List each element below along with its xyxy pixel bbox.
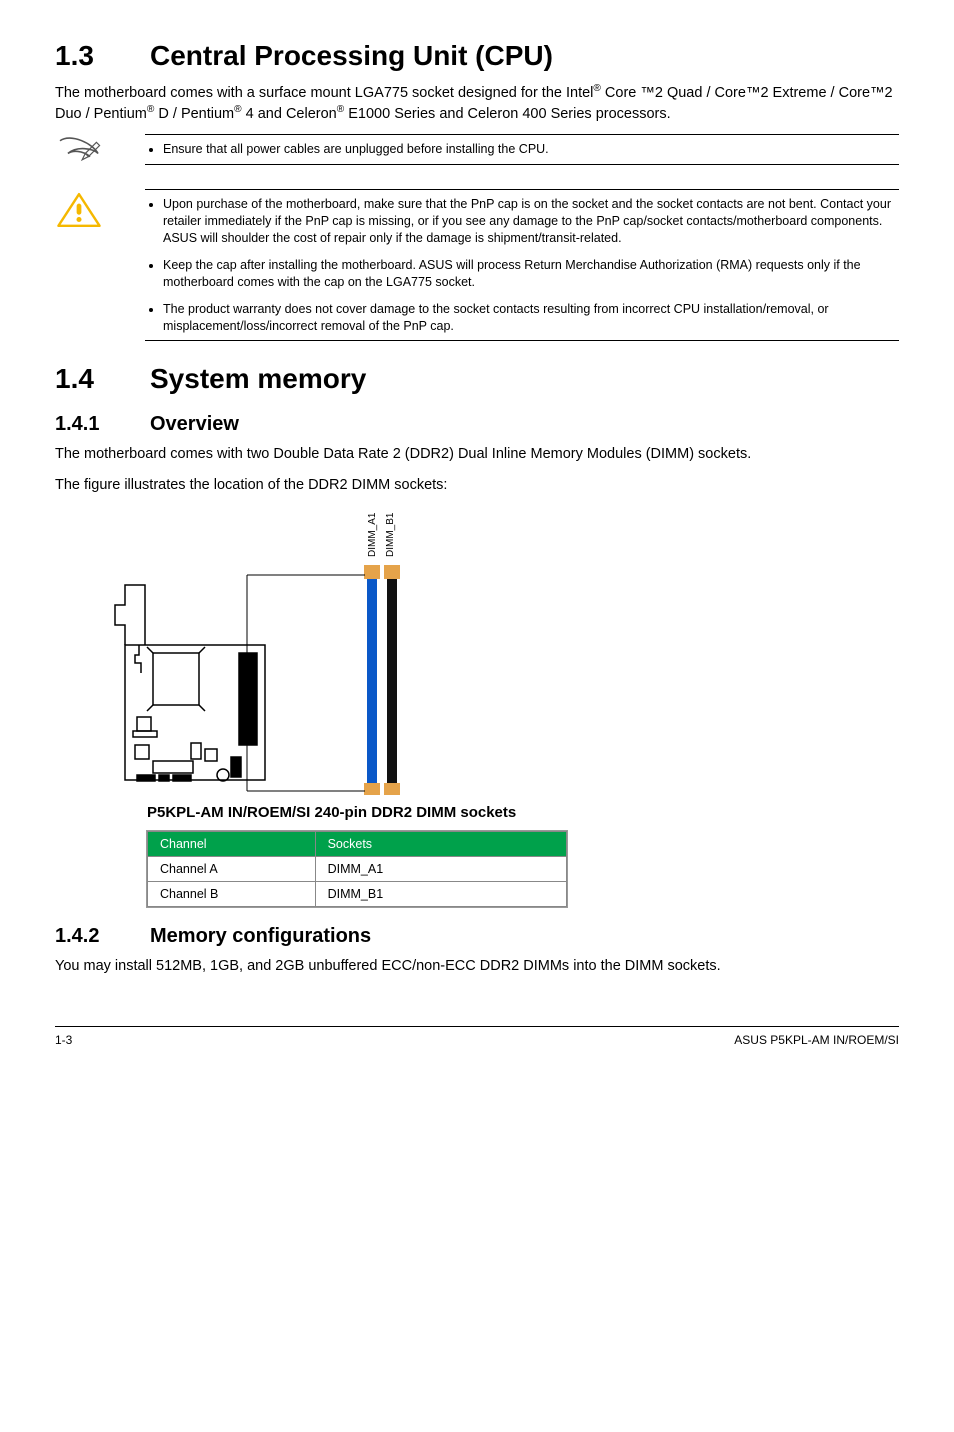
cell-channel: Channel A [148,856,316,881]
motherboard-outline-icon [115,585,265,781]
pencil-note-block: Ensure that all power cables are unplugg… [55,134,899,179]
dimm-caption: P5KPL-AM IN/ROEM/SI 240-pin DDR2 DIMM so… [147,804,899,821]
warning-icon [55,189,145,341]
footer-page-num: 1-3 [55,1033,72,1047]
page-footer: 1-3 ASUS P5KPL-AM IN/ROEM/SI [55,1026,899,1047]
section-num: 1.3 [55,40,150,72]
section-title: System memory [150,363,366,394]
section-1-3-heading: 1.3Central Processing Unit (CPU) [55,40,899,72]
table-header-sockets: Sockets [315,831,566,856]
dimm-figure: DIMM_A1 DIMM_B1 [55,505,899,800]
sockets-table: Channel Sockets Channel A DIMM_A1 Channe… [147,831,567,907]
pencil-icon [55,134,145,179]
dimm-b1-label: DIMM_B1 [385,512,396,557]
sec141-p2: The figure illustrates the location of t… [55,475,899,495]
dimm-a1-label: DIMM_A1 [367,512,378,557]
sec13-intro: The motherboard comes with a surface mou… [55,82,899,124]
pencil-note-item: Ensure that all power cables are unplugg… [163,141,899,158]
section-1-4-1-heading: 1.4.1Overview [55,413,899,436]
dimm-slot-a-icon [364,565,380,795]
warning-note-item: Keep the cap after installing the mother… [163,257,899,291]
table-row: Channel A DIMM_A1 [148,856,567,881]
section-1-4-2-heading: 1.4.2Memory configurations [55,925,899,948]
warning-note-list: Upon purchase of the motherboard, make s… [145,196,899,334]
sec142-p: You may install 512MB, 1GB, and 2GB unbu… [55,956,899,976]
subsection-title: Memory configurations [150,925,371,947]
cell-socket: DIMM_B1 [315,881,566,906]
section-title: Central Processing Unit (CPU) [150,40,553,71]
cell-socket: DIMM_A1 [315,856,566,881]
dimm-slot-b-icon [384,565,400,795]
table-header-channel: Channel [148,831,316,856]
warning-note-item: The product warranty does not cover dama… [163,301,899,335]
subsection-title: Overview [150,413,239,435]
pencil-note-list: Ensure that all power cables are unplugg… [145,141,899,158]
footer-model: ASUS P5KPL-AM IN/ROEM/SI [734,1033,899,1047]
warning-note-item: Upon purchase of the motherboard, make s… [163,196,899,247]
subsection-num: 1.4.1 [55,413,150,436]
cell-channel: Channel B [148,881,316,906]
table-row: Channel B DIMM_B1 [148,881,567,906]
warning-note-block: Upon purchase of the motherboard, make s… [55,189,899,341]
subsection-num: 1.4.2 [55,925,150,948]
section-1-4-heading: 1.4System memory [55,363,899,395]
sec141-p1: The motherboard comes with two Double Da… [55,444,899,464]
section-num: 1.4 [55,363,150,395]
